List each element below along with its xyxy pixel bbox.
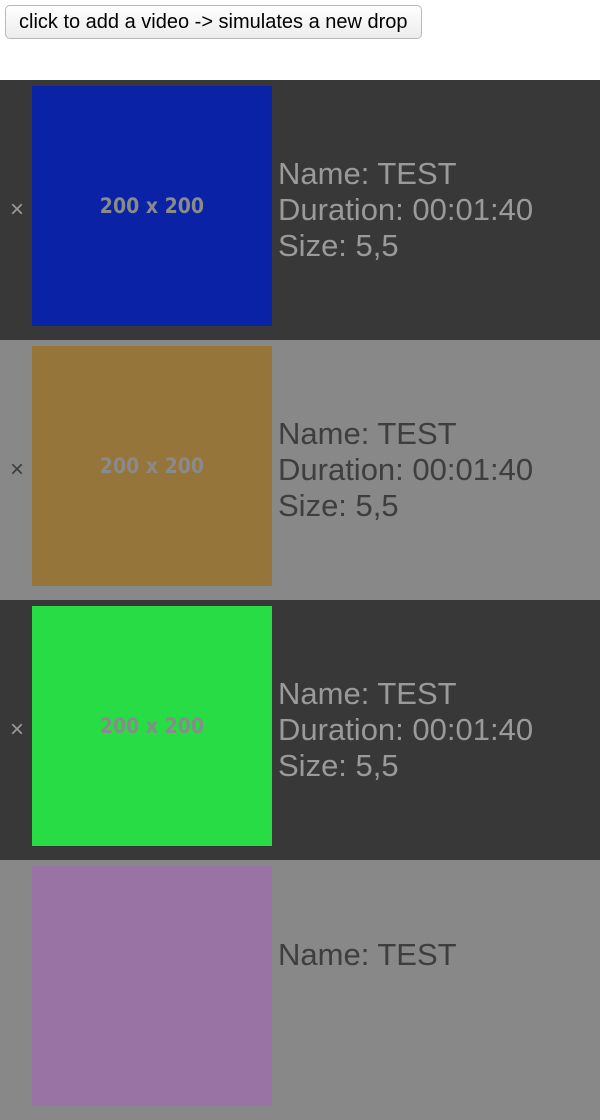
video-row: Name: TEST [0,860,600,1120]
video-thumbnail: 200 x 200 [32,86,272,326]
video-name: Name: TEST [278,416,457,451]
video-thumbnail [32,866,272,1106]
video-size: Size: 5,5 [278,228,399,263]
video-size: Size: 5,5 [278,748,399,783]
thumbnail-placeholder-label: 200 x 200 [99,194,205,218]
toolbar: click to add a video -> simulates a new … [0,0,612,80]
close-icon[interactable]: × [5,196,29,224]
video-info: Name: TEST [278,937,457,973]
close-icon[interactable]: × [5,456,29,484]
video-row: × 200 x 200 Name: TEST Duration: 00:01:4… [0,340,600,600]
video-row: × 200 x 200 Name: TEST Duration: 00:01:4… [0,80,600,340]
video-info: Name: TEST Duration: 00:01:40 Size: 5,5 [278,416,533,524]
video-duration: Duration: 00:01:40 [278,452,534,487]
video-thumbnail: 200 x 200 [32,346,272,586]
video-name: Name: TEST [278,937,457,972]
video-size: Size: 5,5 [278,488,399,523]
video-info: Name: TEST Duration: 00:01:40 Size: 5,5 [278,156,533,264]
video-duration: Duration: 00:01:40 [278,712,534,747]
thumbnail-placeholder-label: 200 x 200 [99,454,205,478]
close-icon[interactable]: × [5,716,29,744]
video-list: × 200 x 200 Name: TEST Duration: 00:01:4… [0,80,600,1120]
video-name: Name: TEST [278,156,457,191]
thumbnail-placeholder-label: 200 x 200 [99,714,205,738]
add-video-button[interactable]: click to add a video -> simulates a new … [5,5,422,39]
video-thumbnail: 200 x 200 [32,606,272,846]
video-duration: Duration: 00:01:40 [278,192,534,227]
video-row: × 200 x 200 Name: TEST Duration: 00:01:4… [0,600,600,860]
video-name: Name: TEST [278,676,457,711]
video-info: Name: TEST Duration: 00:01:40 Size: 5,5 [278,676,533,784]
